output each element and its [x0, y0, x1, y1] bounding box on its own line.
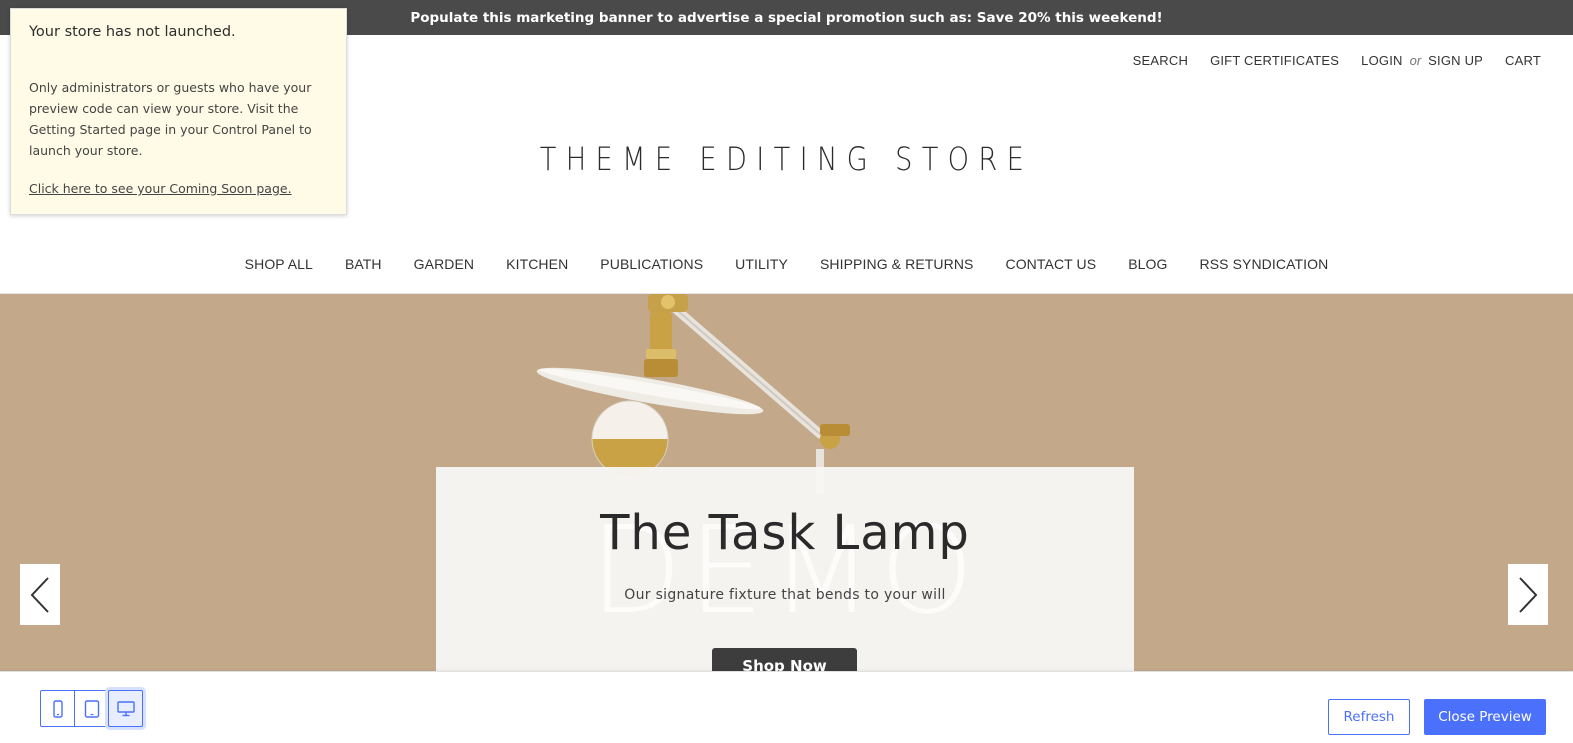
nav-item-garden[interactable]: GARDEN: [414, 256, 475, 278]
utility-nav: SEARCH GIFT CERTIFICATES LOGIN or SIGN U…: [1133, 50, 1541, 70]
desktop-view-button[interactable]: [108, 690, 143, 727]
nav-item-contact-us[interactable]: CONTACT US: [1005, 256, 1096, 278]
preview-toolbar: Refresh Close Preview: [0, 671, 1573, 743]
hero-card: DEMO The Task Lamp Our signature fixture…: [436, 467, 1134, 671]
search-link[interactable]: SEARCH: [1133, 53, 1188, 68]
chevron-right-icon: [1519, 576, 1538, 613]
desktop-icon: [116, 700, 135, 716]
hero-title: The Task Lamp: [600, 505, 970, 561]
nav-item-shop-all[interactable]: SHOP ALL: [245, 256, 313, 278]
notice-body: Only administrators or guests who have y…: [29, 80, 312, 158]
notice-title: Your store has not launched.: [29, 24, 236, 40]
mobile-view-button[interactable]: [40, 690, 75, 727]
nav-item-kitchen[interactable]: KITCHEN: [506, 256, 568, 278]
close-preview-button[interactable]: Close Preview: [1424, 699, 1546, 735]
lamp-image: [536, 294, 850, 494]
login-link[interactable]: LOGIN: [1361, 53, 1402, 68]
cart-link[interactable]: CART: [1505, 53, 1541, 68]
chevron-left-icon: [30, 576, 49, 613]
carousel-next-button[interactable]: [1508, 564, 1548, 625]
refresh-button[interactable]: Refresh: [1328, 699, 1410, 735]
or-separator: or: [1409, 52, 1422, 68]
nav-item-rss-syndication[interactable]: RSS SYNDICATION: [1200, 256, 1329, 278]
sign-up-link[interactable]: SIGN UP: [1428, 53, 1483, 68]
nav-item-blog[interactable]: BLOG: [1128, 256, 1167, 278]
hero-subtitle: Our signature fixture that bends to your…: [624, 587, 946, 603]
tablet-icon: [84, 699, 99, 718]
main-nav: SHOP ALL BATH GARDEN KITCHEN PUBLICATION…: [0, 256, 1573, 278]
nav-item-bath[interactable]: BATH: [345, 256, 382, 278]
nav-item-shipping-returns[interactable]: SHIPPING & RETURNS: [820, 256, 974, 278]
hero-carousel: DEMO The Task Lamp Our signature fixture…: [0, 294, 1573, 671]
carousel-prev-button[interactable]: [20, 564, 60, 625]
gift-certificates-link[interactable]: GIFT CERTIFICATES: [1210, 53, 1339, 68]
tablet-view-button[interactable]: [74, 690, 109, 727]
mobile-icon: [52, 699, 63, 718]
nav-item-utility[interactable]: UTILITY: [735, 256, 788, 278]
device-switcher: [40, 690, 143, 727]
shop-now-button[interactable]: Shop Now: [712, 648, 857, 671]
coming-soon-link[interactable]: Click here to see your Coming Soon page.: [29, 181, 292, 196]
nav-item-publications[interactable]: PUBLICATIONS: [600, 256, 703, 278]
promo-banner-text: Populate this marketing banner to advert…: [410, 9, 1163, 26]
store-not-launched-notice: Your store has not launched. Only admini…: [10, 8, 347, 215]
